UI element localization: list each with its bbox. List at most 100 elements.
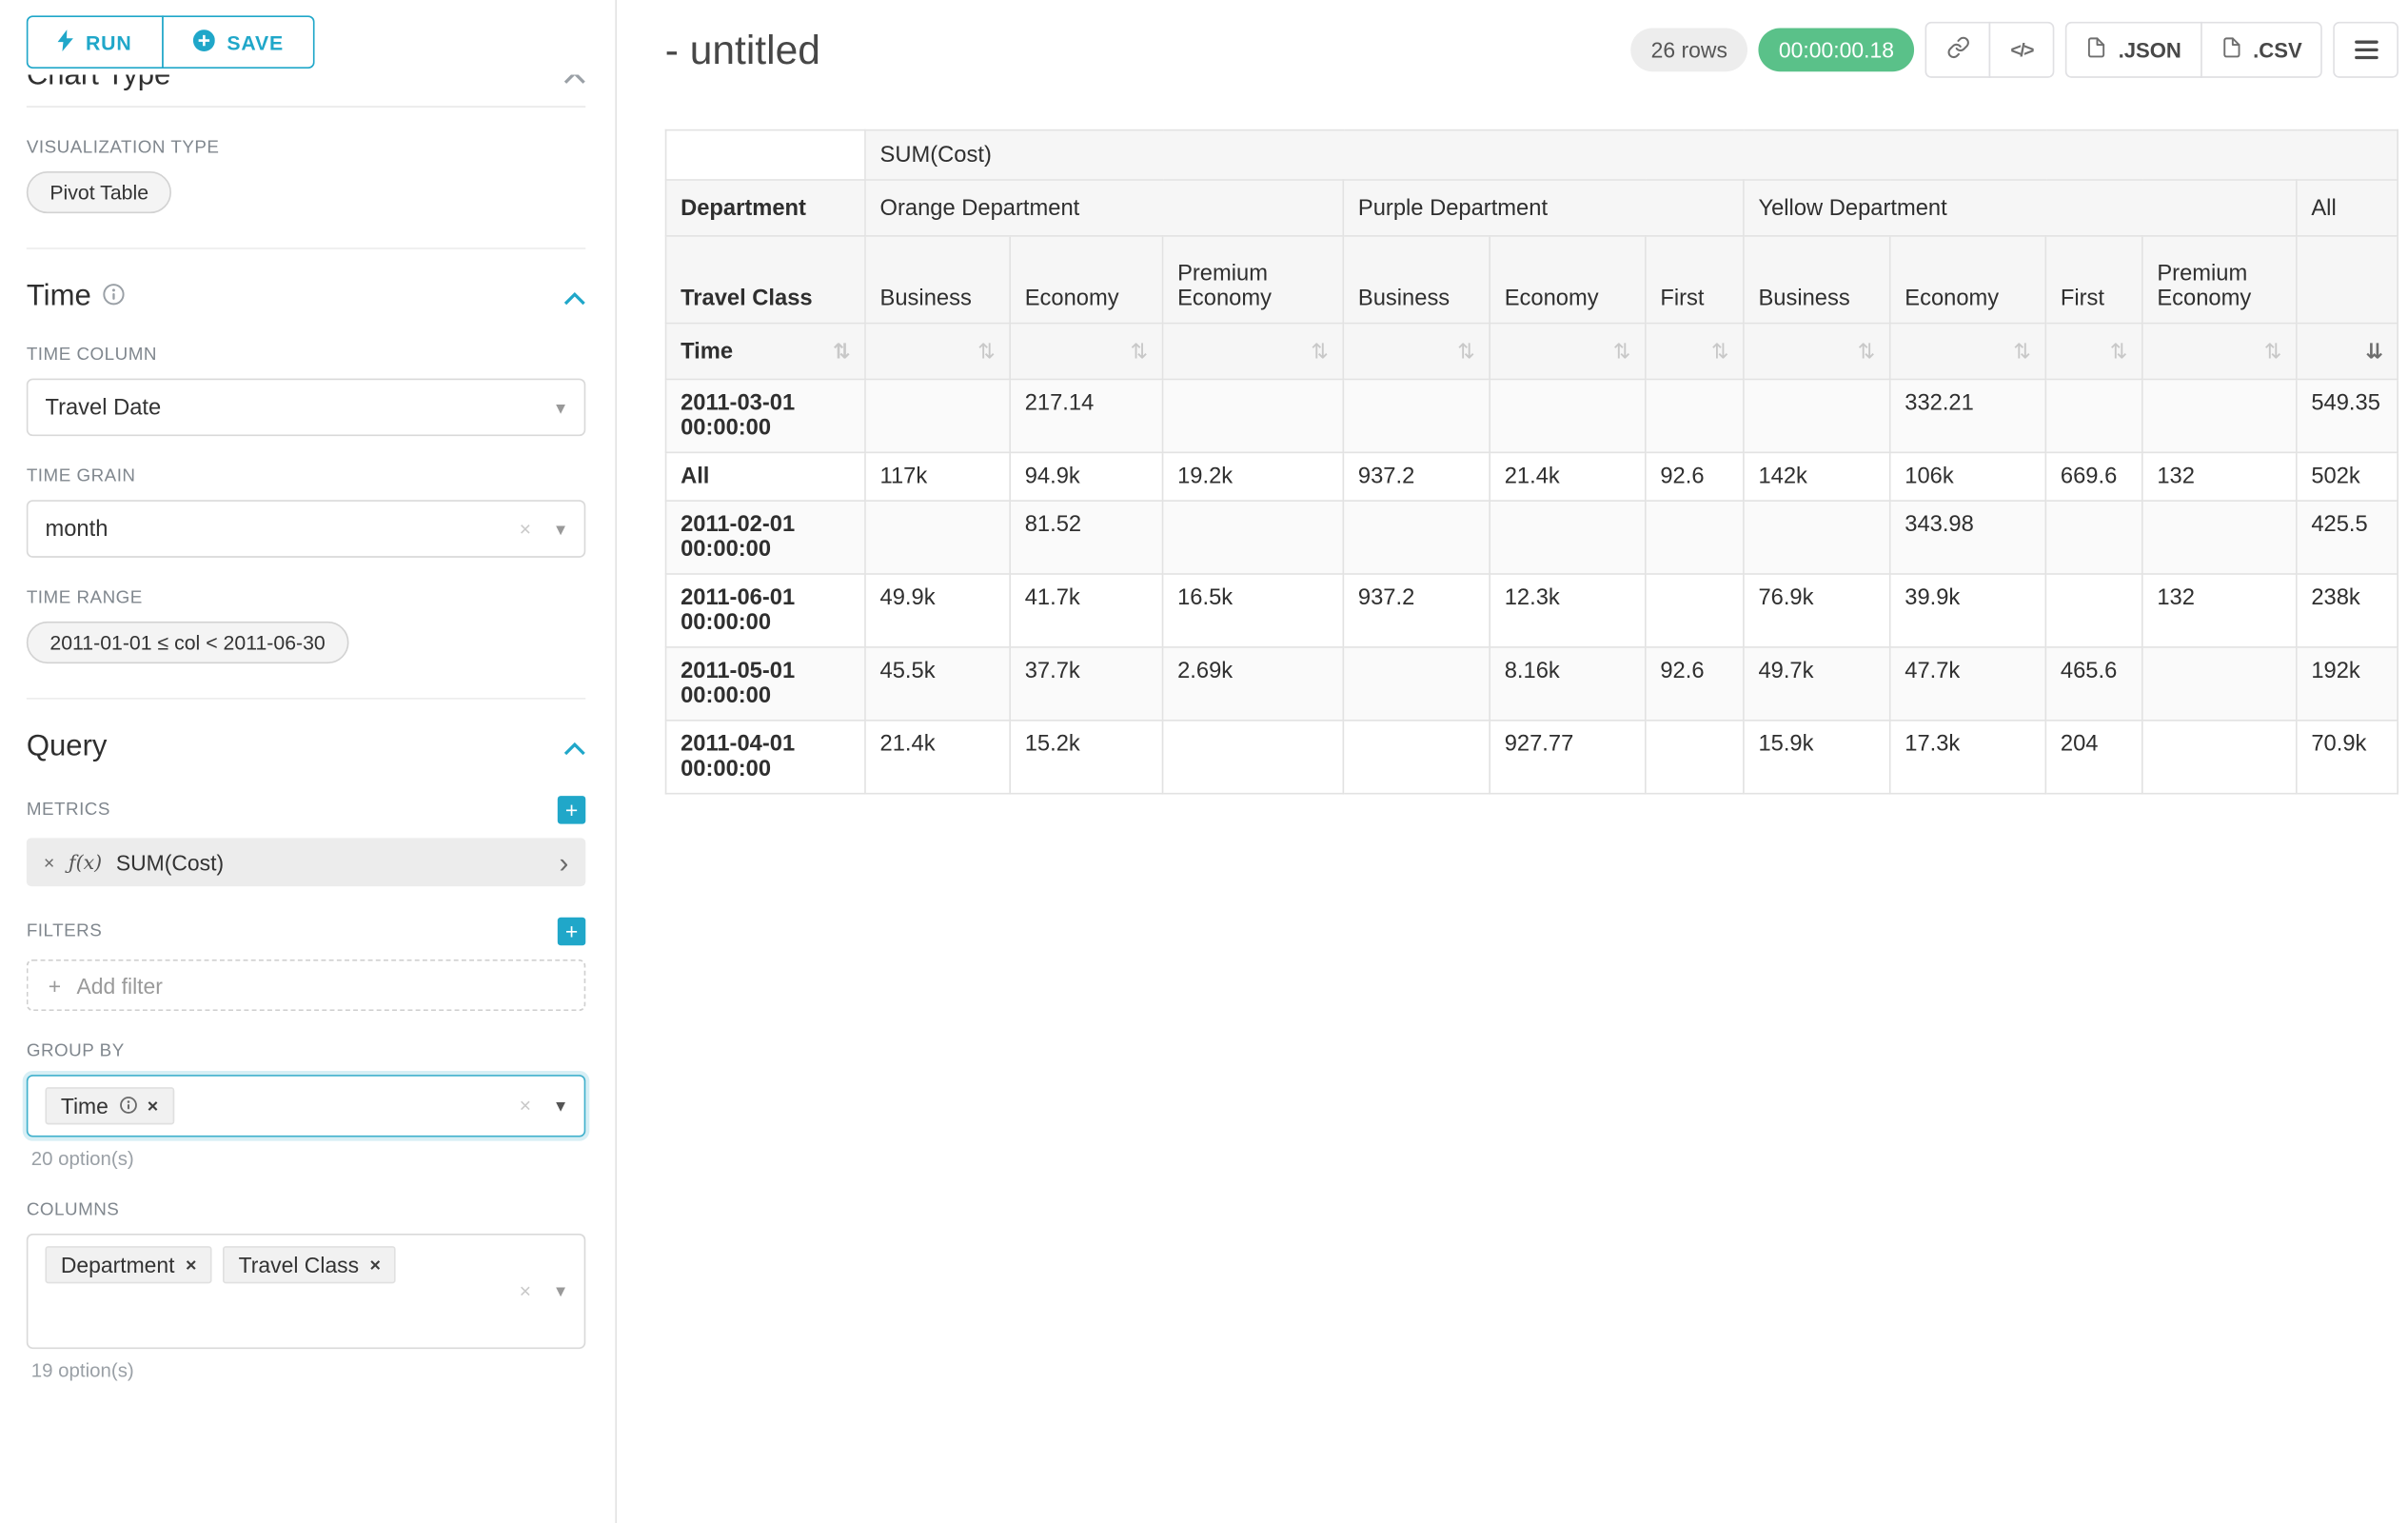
save-button-label: SAVE <box>227 30 284 54</box>
travel-class-header: Travel Class <box>666 236 865 324</box>
export-json-button[interactable]: .JSON <box>2065 22 2201 78</box>
row-label: 2011-06-01 00:00:00 <box>666 574 865 647</box>
pivot-cell: 76.9k <box>1744 574 1890 647</box>
json-button-label: .JSON <box>2119 38 2181 62</box>
collapse-chevron-icon[interactable] <box>563 75 585 94</box>
columns-select[interactable]: Department × Travel Class × × ▾ <box>27 1234 585 1349</box>
add-metric-button[interactable]: + <box>558 796 585 823</box>
clear-icon[interactable]: × <box>520 1279 531 1303</box>
sort-icon[interactable]: ⇅ <box>1457 341 1475 362</box>
sortable-column-cell: ⇅ <box>1646 324 1744 380</box>
group-by-select[interactable]: Time × × ▾ <box>27 1075 585 1137</box>
result-toolbar: 26 rows 00:00:00.18 </> <box>1630 22 2398 78</box>
hamburger-menu-icon <box>2355 41 2378 60</box>
clear-icon[interactable]: × <box>520 517 531 541</box>
metric-header-cell: SUM(Cost) <box>865 130 2398 180</box>
all-columns-header: All <box>2297 180 2398 236</box>
app-root: RUN SAVE Chart Type <box>0 0 2408 1523</box>
control-panel-sidebar: RUN SAVE Chart Type <box>0 0 617 1523</box>
embed-code-button[interactable]: </> <box>1989 22 2055 78</box>
pivot-cell <box>1646 574 1744 647</box>
pivot-cell <box>1490 379 1646 452</box>
pivot-cell <box>1646 379 1744 452</box>
class-header: Economy <box>1010 236 1162 324</box>
pivot-row: 2011-02-01 00:00:0081.52343.98425.5 <box>666 501 2398 574</box>
class-header: First <box>1646 236 1744 324</box>
clear-icon[interactable]: × <box>520 1094 531 1118</box>
pivot-cell <box>1646 501 1744 574</box>
query-collapse-chevron-icon[interactable] <box>563 730 585 764</box>
metric-item[interactable]: × ƒ(x) SUM(Cost) › <box>27 838 585 886</box>
columns-tag-travel-class[interactable]: Travel Class × <box>223 1246 396 1283</box>
pivot-cell: 238k <box>2297 574 2398 647</box>
sort-icon[interactable]: ⇅ <box>2264 341 2282 362</box>
pivot-cell: 937.2 <box>1343 452 1490 501</box>
menu-button[interactable] <box>2333 22 2398 78</box>
pivot-cell: 117k <box>865 452 1010 501</box>
pivot-cell <box>2142 721 2297 794</box>
time-column-select[interactable]: Travel Date ▾ <box>27 379 585 437</box>
columns-tag-label: Department <box>61 1253 175 1277</box>
pivot-cell: 669.6 <box>2045 452 2142 501</box>
sort-icon[interactable]: ⇅ <box>1311 341 1329 362</box>
class-header: Economy <box>1890 236 2046 324</box>
pivot-cell: 92.6 <box>1646 647 1744 721</box>
query-timer-badge: 00:00:00.18 <box>1759 28 1915 71</box>
pivot-cell <box>1163 501 1344 574</box>
sort-icon[interactable]: ⇅ <box>977 341 996 362</box>
time-grain-select[interactable]: month × ▾ <box>27 500 585 558</box>
group-header: Orange Department <box>865 180 1343 236</box>
metric-name: SUM(Cost) <box>116 850 224 875</box>
link-icon <box>1946 36 1970 64</box>
rows-count-badge: 26 rows <box>1630 28 1747 71</box>
remove-metric-icon[interactable]: × <box>44 851 54 873</box>
plus-icon: + <box>565 920 578 942</box>
sort-icon[interactable]: ⇅ <box>833 341 851 362</box>
add-filter-plus-button[interactable]: + <box>558 918 585 945</box>
sort-icon[interactable]: ⇅ <box>2013 341 2031 362</box>
sort-icon[interactable]: ⇅ <box>2110 341 2128 362</box>
sort-desc-active-icon[interactable]: ⇊ <box>2365 341 2383 362</box>
time-range-label: TIME RANGE <box>27 589 143 608</box>
sort-icon[interactable]: ⇅ <box>1130 341 1148 362</box>
chevron-down-icon[interactable]: ▾ <box>556 518 565 540</box>
run-button[interactable]: RUN <box>27 15 163 69</box>
time-section-heading: Time <box>27 281 585 315</box>
chevron-down-icon[interactable]: ▾ <box>556 1280 565 1302</box>
pivot-cell: 39.9k <box>1890 574 2046 647</box>
expand-metric-icon[interactable]: › <box>559 848 568 876</box>
tag-remove-icon[interactable]: × <box>370 1254 381 1276</box>
chart-panel: - untitled 26 rows 00:00:00.18 </> <box>617 0 2408 1523</box>
pivot-row: 2011-04-01 00:00:0021.4k15.2k927.7715.9k… <box>666 721 2398 794</box>
tag-remove-icon[interactable]: × <box>148 1095 158 1117</box>
export-csv-button[interactable]: .CSV <box>2201 22 2322 78</box>
visualization-type-pill[interactable]: Pivot Table <box>27 171 172 213</box>
group-by-tag-time[interactable]: Time × <box>45 1087 173 1124</box>
pivot-cell: 204 <box>2045 721 2142 794</box>
csv-icon <box>2220 36 2242 64</box>
sort-icon[interactable]: ⇅ <box>1711 341 1729 362</box>
add-filter-box[interactable]: + Add filter <box>27 959 585 1011</box>
tag-remove-icon[interactable]: × <box>186 1254 196 1276</box>
filters-label: FILTERS <box>27 922 102 941</box>
chevron-down-icon[interactable]: ▾ <box>556 396 565 418</box>
pivot-cell: 343.98 <box>1890 501 2046 574</box>
sort-icon[interactable]: ⇅ <box>1613 341 1631 362</box>
pivot-cell: 70.9k <box>2297 721 2398 794</box>
save-button[interactable]: SAVE <box>162 15 315 69</box>
columns-tag-department[interactable]: Department × <box>45 1246 211 1283</box>
pivot-cell <box>1744 379 1890 452</box>
group-header: Purple Department <box>1343 180 1744 236</box>
class-header: Economy <box>1490 236 1646 324</box>
time-range-pill[interactable]: 2011-01-01 ≤ col < 2011-06-30 <box>27 622 348 663</box>
pivot-row: 2011-05-01 00:00:0045.5k37.7k2.69k8.16k9… <box>666 647 2398 721</box>
sort-icon[interactable]: ⇅ <box>1858 341 1876 362</box>
copy-link-button[interactable] <box>1925 22 1991 78</box>
pivot-cell: 16.5k <box>1163 574 1344 647</box>
pivot-cell: 927.77 <box>1490 721 1646 794</box>
columns-options-hint: 19 option(s) <box>31 1360 586 1382</box>
chevron-down-icon[interactable]: ▾ <box>556 1095 565 1117</box>
time-collapse-chevron-icon[interactable] <box>563 281 585 315</box>
class-header: Business <box>1343 236 1490 324</box>
sortable-column-cell: ⇅ <box>865 324 1010 380</box>
